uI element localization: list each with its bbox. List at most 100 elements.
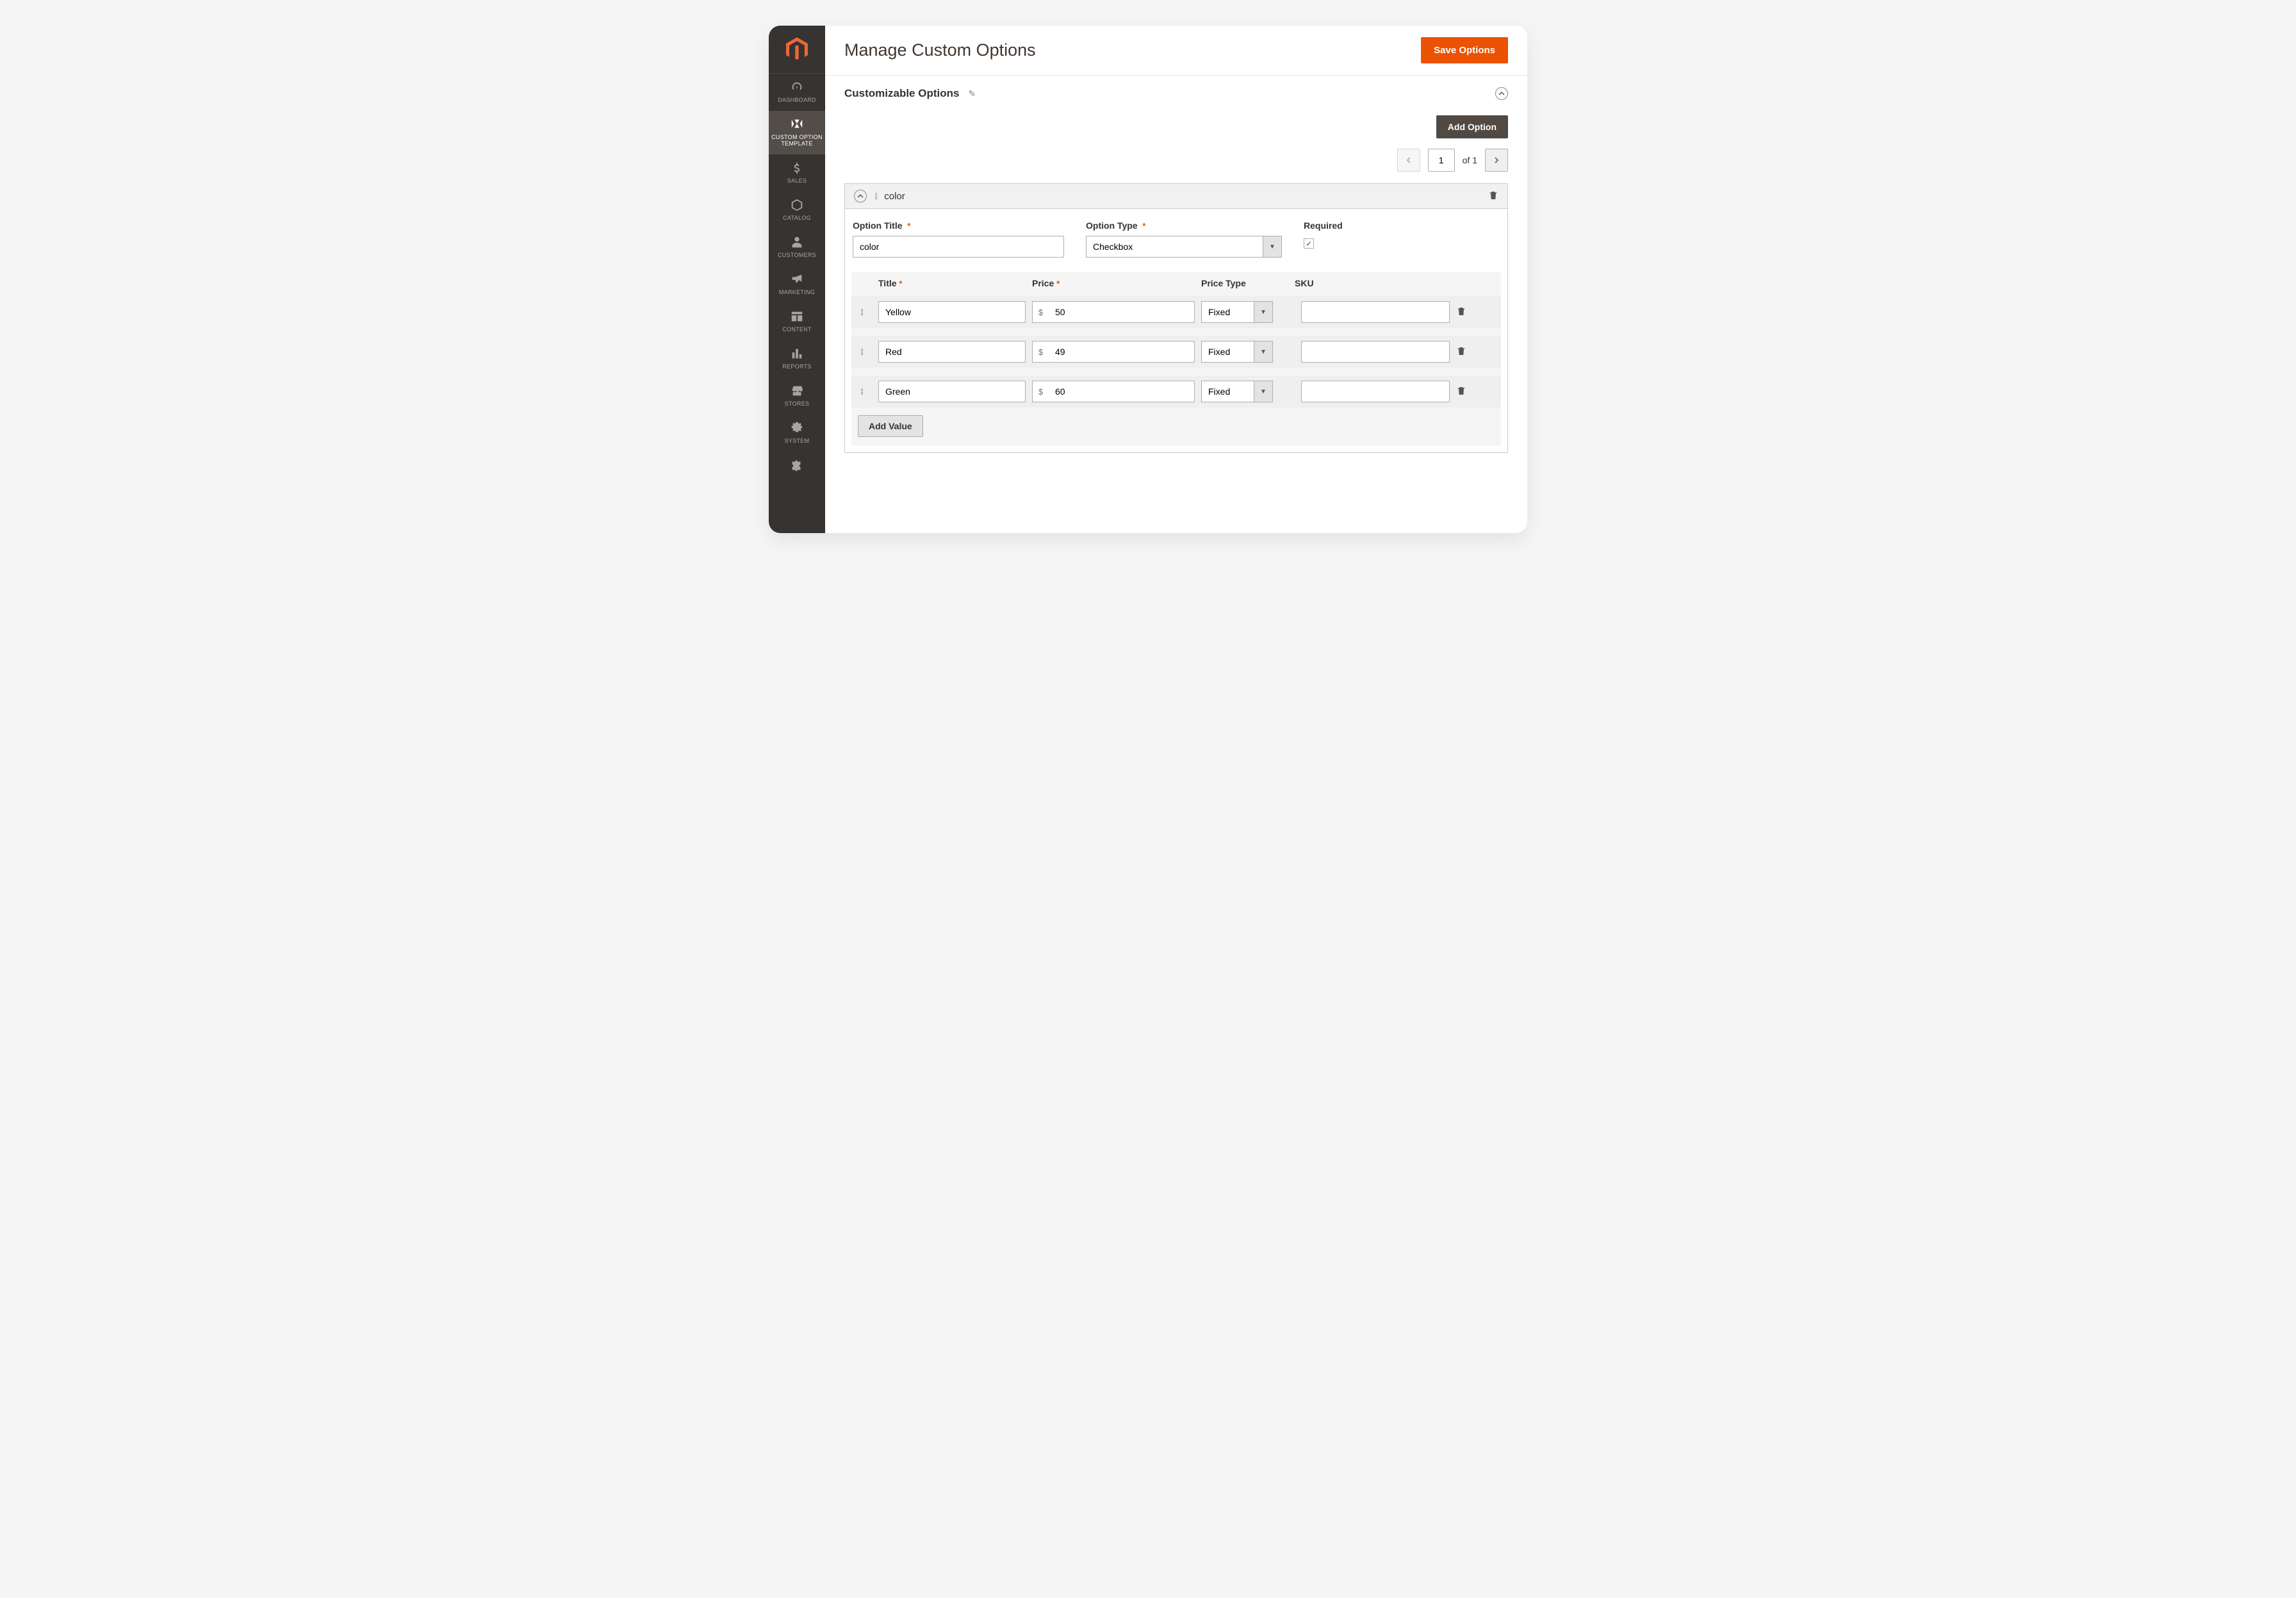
add-option-button[interactable]: Add Option — [1436, 115, 1508, 138]
puzzle-icon — [790, 458, 804, 472]
nav-catalog[interactable]: CATALOG — [769, 192, 825, 229]
value-price-input[interactable] — [1049, 341, 1195, 363]
option-title-field: Option Title * — [853, 220, 1064, 258]
option-title-input[interactable] — [853, 236, 1064, 258]
select-value: Fixed — [1201, 381, 1254, 402]
gear-icon — [790, 421, 804, 435]
gauge-icon — [790, 80, 804, 94]
pager-of-label: of 1 — [1463, 155, 1477, 165]
option-display-name: color — [884, 191, 1480, 202]
nav-extra[interactable] — [769, 452, 825, 472]
nav-stores[interactable]: STORES — [769, 377, 825, 415]
bar-chart-icon — [790, 347, 804, 361]
chevron-up-icon — [1498, 90, 1505, 97]
nav-label: CATALOG — [783, 215, 811, 221]
caret-down-icon: ▼ — [1254, 301, 1273, 323]
magento-logo-icon — [786, 37, 808, 62]
option-type-select[interactable]: Checkbox ▼ — [1086, 236, 1282, 258]
select-value: Fixed — [1201, 341, 1254, 363]
col-price: Price * — [1032, 278, 1201, 288]
caret-down-icon: ▼ — [1254, 341, 1273, 363]
drag-handle-icon[interactable]: ⁞⁞ — [874, 192, 876, 201]
value-price-type-select[interactable]: Fixed ▼ — [1201, 341, 1273, 363]
pager: of 1 — [844, 149, 1508, 172]
caret-down-icon: ▼ — [1263, 236, 1282, 258]
nav-reports[interactable]: REPORTS — [769, 340, 825, 377]
trash-icon — [1456, 386, 1466, 396]
drag-handle-icon[interactable]: ⁞⁞ — [860, 308, 872, 317]
nav-label: CUSTOM OPTION TEMPLATE — [771, 134, 823, 147]
trash-icon — [1456, 306, 1466, 317]
value-title-input[interactable] — [878, 301, 1026, 323]
page-title: Manage Custom Options — [844, 40, 1036, 60]
nav-customers[interactable]: CUSTOMERS — [769, 229, 825, 266]
pager-prev-button[interactable] — [1397, 149, 1420, 172]
col-title: Title * — [878, 278, 1032, 288]
value-sku-input[interactable] — [1301, 341, 1450, 363]
value-sku-input[interactable] — [1301, 381, 1450, 402]
nav-label: CUSTOMERS — [778, 252, 816, 258]
required-field: Required ✓ — [1304, 220, 1343, 258]
admin-sidebar: DASHBOARD CUSTOM OPTION TEMPLATE SALES C… — [769, 26, 825, 533]
add-value-button[interactable]: Add Value — [858, 415, 923, 437]
drag-handle-icon[interactable]: ⁞⁞ — [860, 387, 872, 397]
pencil-icon[interactable]: ✎ — [968, 88, 976, 99]
trash-icon — [1456, 346, 1466, 356]
customizable-options-section: Customizable Options ✎ Add Option of 1 — [825, 76, 1527, 459]
required-checkbox[interactable]: ✓ — [1304, 238, 1314, 249]
save-options-button[interactable]: Save Options — [1421, 37, 1508, 63]
value-price-input[interactable] — [1049, 381, 1195, 402]
page-header: Manage Custom Options Save Options — [825, 26, 1527, 76]
pager-page-input[interactable] — [1428, 149, 1455, 172]
nav-marketing[interactable]: MARKETING — [769, 266, 825, 303]
template-icon — [790, 117, 804, 131]
currency-prefix: $ — [1032, 301, 1049, 323]
option-card-header: ⁞⁞ color — [845, 184, 1507, 209]
nav-label: SYSTEM — [785, 438, 810, 444]
value-price-type-select[interactable]: Fixed ▼ — [1201, 381, 1273, 402]
collapse-option-toggle[interactable] — [854, 190, 867, 202]
values-table: Title * Price * Price Type SKU ⁞⁞ $ — [851, 272, 1501, 446]
col-price-type: Price Type — [1201, 278, 1295, 288]
layout-icon — [790, 309, 804, 324]
delete-value-button[interactable] — [1456, 386, 1469, 398]
person-icon — [790, 235, 804, 249]
select-value: Fixed — [1201, 301, 1254, 323]
col-sku: SKU — [1295, 278, 1450, 288]
nav-system[interactable]: SYSTEM — [769, 415, 825, 452]
collapse-section-toggle[interactable] — [1495, 87, 1508, 100]
chevron-left-icon — [1406, 157, 1412, 163]
nav-label: CONTENT — [782, 326, 812, 333]
delete-value-button[interactable] — [1456, 306, 1469, 318]
value-row: ⁞⁞ $ Fixed ▼ — [851, 336, 1501, 368]
value-price-input[interactable] — [1049, 301, 1195, 323]
nav-label: DASHBOARD — [778, 97, 816, 103]
value-row: ⁞⁞ $ Fixed ▼ — [851, 375, 1501, 408]
trash-icon — [1488, 190, 1498, 201]
delete-value-button[interactable] — [1456, 346, 1469, 358]
value-sku-input[interactable] — [1301, 301, 1450, 323]
nav-dashboard[interactable]: DASHBOARD — [769, 74, 825, 111]
nav-label: SALES — [787, 177, 807, 184]
nav-content[interactable]: CONTENT — [769, 303, 825, 340]
pager-next-button[interactable] — [1485, 149, 1508, 172]
chevron-up-icon — [857, 193, 864, 199]
main-content: Manage Custom Options Save Options Custo… — [825, 26, 1527, 533]
currency-prefix: $ — [1032, 381, 1049, 402]
nav-sales[interactable]: SALES — [769, 154, 825, 192]
option-body: Option Title * Option Type * Checkbox ▼ … — [845, 209, 1507, 452]
nav-label: STORES — [785, 400, 810, 407]
value-row: ⁞⁞ $ Fixed ▼ — [851, 296, 1501, 328]
nav-label: MARKETING — [779, 289, 815, 295]
drag-handle-icon[interactable]: ⁞⁞ — [860, 347, 872, 357]
value-title-input[interactable] — [878, 381, 1026, 402]
option-card: ⁞⁞ color Option Title * Option Type * — [844, 183, 1508, 453]
nav-custom-option-template[interactable]: CUSTOM OPTION TEMPLATE — [769, 111, 825, 154]
section-title: Customizable Options — [844, 87, 959, 100]
store-icon — [790, 384, 804, 398]
delete-option-button[interactable] — [1488, 190, 1498, 202]
value-price-type-select[interactable]: Fixed ▼ — [1201, 301, 1273, 323]
value-title-input[interactable] — [878, 341, 1026, 363]
section-header: Customizable Options ✎ — [844, 87, 1508, 100]
logo[interactable] — [769, 26, 825, 74]
